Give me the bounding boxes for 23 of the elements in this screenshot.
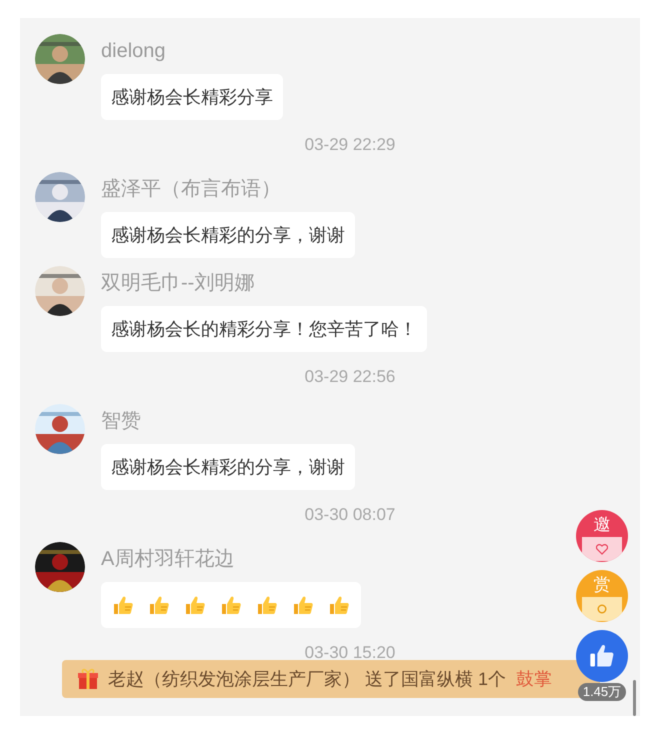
invite-button[interactable]: 邀 bbox=[576, 510, 628, 562]
timestamp: 03-29 22:29 bbox=[304, 134, 396, 156]
message-bubble: 感谢杨会长精彩的分享，谢谢 bbox=[101, 212, 355, 258]
message-bubble: 感谢杨会长精彩的分享，谢谢 bbox=[101, 444, 355, 490]
message-bubble: 感谢杨会长精彩分享 bbox=[101, 74, 283, 120]
sender-name: 盛泽平（布言布语） bbox=[101, 177, 281, 202]
gift-message: 老赵（纺织发泡涂层生产厂家） 送了国富纵横 1个 bbox=[108, 668, 506, 690]
reward-button[interactable]: 赏 bbox=[576, 570, 628, 622]
sender-name: 双明毛巾--刘明娜 bbox=[101, 271, 254, 296]
sender-name: A周村羽轩花边 bbox=[101, 547, 234, 572]
scrollbar bbox=[633, 680, 636, 716]
timestamp: 03-29 22:56 bbox=[304, 366, 396, 388]
sender-name: dielong bbox=[101, 39, 166, 64]
applause-link[interactable]: 鼓掌 bbox=[516, 666, 552, 692]
like-count: 1.45万 bbox=[578, 683, 626, 701]
timestamp: 03-30 08:07 bbox=[304, 504, 396, 526]
sender-name: 智赞 bbox=[101, 409, 141, 434]
gift-icon bbox=[78, 668, 98, 690]
like-button[interactable] bbox=[576, 630, 628, 682]
heart-icon bbox=[596, 544, 608, 554]
coin-icon bbox=[597, 604, 607, 614]
message-bubble: 感谢杨会长的精彩分享！您辛苦了哈！ bbox=[101, 306, 427, 352]
timestamp: 03-30 15:20 bbox=[304, 642, 396, 664]
